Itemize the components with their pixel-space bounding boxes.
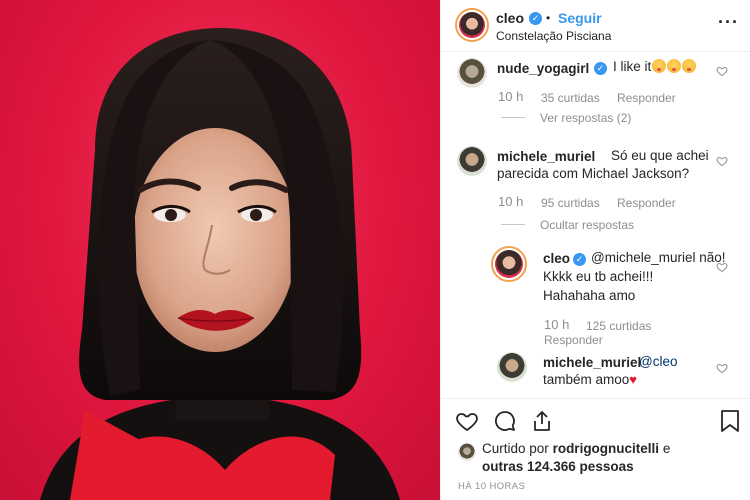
liker-avatar[interactable]: [458, 443, 476, 461]
separator-dot: •: [546, 11, 551, 25]
reply-text-line: @michele_muriel não!: [591, 250, 726, 265]
reply-button[interactable]: Responder: [617, 91, 676, 105]
reply-text-line: também amoo♥: [543, 372, 638, 387]
verified-icon: ✓: [529, 12, 542, 25]
post-photo[interactable]: [0, 0, 440, 500]
emoji-icon: [682, 59, 697, 73]
reply-text-line: Hahahaha amo: [543, 288, 636, 303]
commenter-avatar[interactable]: [457, 58, 487, 88]
liker-username[interactable]: rodrigognucitelli: [553, 441, 660, 456]
comment-time[interactable]: 10 h: [498, 89, 523, 104]
comment-like-heart-icon[interactable]: [716, 65, 728, 77]
verified-icon: ✓: [573, 253, 586, 266]
comment-icon[interactable]: [493, 409, 517, 433]
reply-username[interactable]: cleo: [543, 251, 570, 266]
view-replies-button[interactable]: Ver respostas (2): [540, 111, 631, 125]
reply-like-heart-icon[interactable]: [716, 261, 728, 273]
liked-by-summary: Curtido por rodrigognucitelli e outras 1…: [441, 438, 750, 478]
post-actions: [441, 398, 750, 438]
heart-icon[interactable]: [455, 409, 479, 433]
comment-text-line: Só eu que achei: [611, 148, 709, 163]
portrait-illustration: [40, 28, 400, 500]
reply-mention[interactable]: @cleo: [639, 353, 677, 371]
reply-like-heart-icon[interactable]: [716, 362, 728, 374]
instagram-post-view: cleo ✓ • Seguir Constelação Pisciana ···…: [0, 0, 750, 500]
comment-time[interactable]: 10 h: [498, 194, 523, 209]
verified-icon: ✓: [594, 62, 607, 75]
comment-likes-count[interactable]: 95 curtidas: [541, 196, 600, 210]
comment-like-heart-icon[interactable]: [716, 155, 728, 167]
reply-text-line: Kkkk eu tb achei!!!: [543, 269, 654, 284]
emoji-icon: [652, 59, 667, 73]
comment-username[interactable]: michele_muriel: [497, 149, 595, 164]
reply-button[interactable]: Responder: [544, 333, 603, 347]
replies-divider: [501, 224, 525, 225]
others-likes-link[interactable]: outras 124.366 pessoas: [482, 459, 634, 474]
reply-author-avatar[interactable]: [491, 246, 527, 282]
post-timestamp[interactable]: HÁ 10 HORAS: [458, 481, 525, 492]
liked-by-prefix: Curtido por: [482, 441, 549, 456]
comment-likes-count[interactable]: 35 curtidas: [541, 91, 600, 105]
post-location[interactable]: Constelação Pisciana: [496, 29, 611, 43]
comments-list[interactable]: nude_yogagirl ✓ I like it 10 h 35 curtid…: [441, 53, 750, 398]
liked-by-text: Curtido por rodrigognucitelli e outras 1…: [482, 440, 742, 476]
reply-likes-count[interactable]: 125 curtidas: [586, 319, 651, 333]
emoji-icon: [667, 59, 682, 73]
comment-text-line: parecida com Michael Jackson?: [497, 166, 690, 181]
commenter-avatar[interactable]: [457, 146, 487, 176]
author-username[interactable]: cleo: [496, 10, 524, 26]
red-heart-emoji-icon: ♥: [629, 372, 638, 387]
share-icon[interactable]: [530, 409, 554, 433]
follow-button[interactable]: Seguir: [558, 10, 602, 26]
bookmark-icon[interactable]: [719, 409, 741, 433]
post-header: cleo ✓ • Seguir Constelação Pisciana ···: [441, 0, 750, 52]
reply-time[interactable]: 10 h: [544, 317, 569, 332]
hide-replies-button[interactable]: Ocultar respostas: [540, 218, 634, 232]
comment-username[interactable]: nude_yogagirl: [497, 61, 589, 76]
reply-username[interactable]: michele_muriel: [543, 355, 641, 370]
comment-text: I like it: [613, 58, 697, 76]
replies-divider: [501, 117, 525, 118]
more-options-icon[interactable]: ···: [718, 12, 739, 33]
author-avatar[interactable]: [455, 8, 489, 42]
post-side-panel: cleo ✓ • Seguir Constelação Pisciana ···…: [440, 0, 750, 500]
liked-by-conjunction: e: [662, 441, 671, 456]
reply-button[interactable]: Responder: [617, 196, 676, 210]
reply-author-avatar[interactable]: [497, 352, 527, 382]
